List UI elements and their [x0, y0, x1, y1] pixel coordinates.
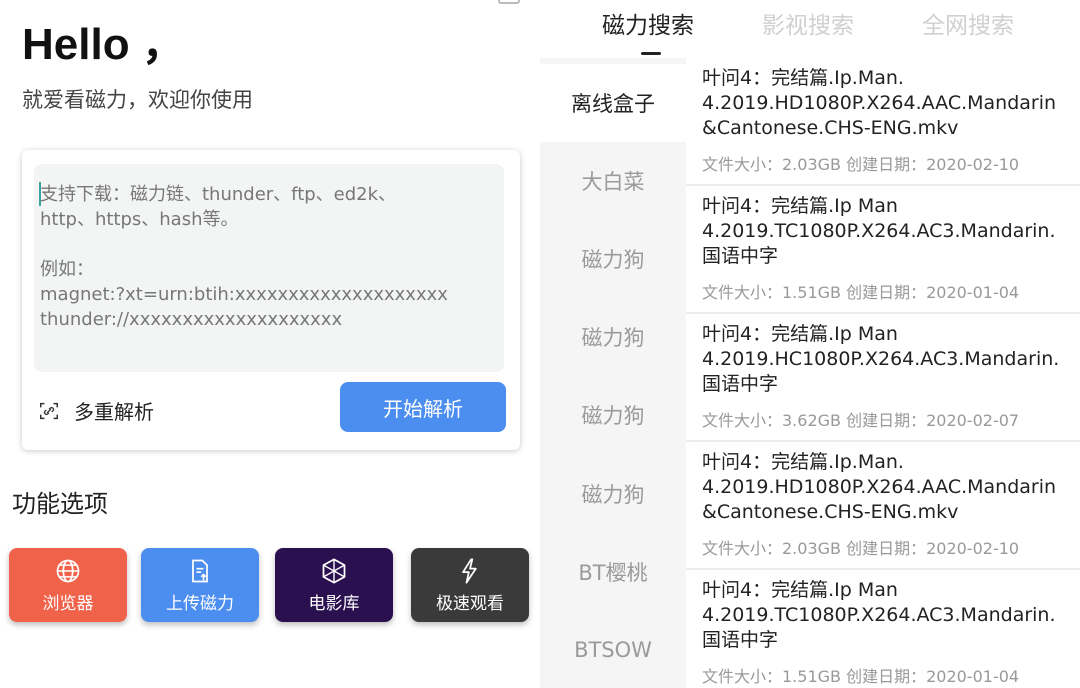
result-meta: 文件大小：2.03GB 创建日期：2020-02-10: [702, 539, 1020, 558]
magnet-input-card: 支持下载：磁力链、thunder、ftp、ed2k、 http、https、ha…: [22, 150, 520, 450]
greeting-title: Hello ，: [22, 20, 186, 69]
home-panel: Hello ， 就爱看磁力，欢迎你使用 支持下载：磁力链、thunder、ftp…: [0, 0, 540, 688]
magnet-link-input[interactable]: 支持下载：磁力链、thunder、ftp、ed2k、 http、https、ha…: [34, 164, 504, 372]
search-panel: 磁力搜索 影视搜索 全网搜索 离线盒子 大白菜 磁力狗 磁力狗 磁力狗 磁力狗 …: [540, 0, 1080, 688]
sidebar-item-ciligou-3[interactable]: 磁力狗: [540, 376, 686, 454]
result-title: 叶问4：完结篇.Ip.Man. 4.2019.HD1080P.X264.AAC.…: [702, 451, 1057, 523]
fast-watch-tile-label: 极速观看: [436, 593, 504, 614]
welcome-text: 就爱看磁力，欢迎你使用: [22, 88, 253, 112]
upload-magnet-tile[interactable]: 上传磁力: [141, 548, 259, 622]
result-title: 叶问4：完结篇.Ip Man 4.2019.TC1080P.X264.AC3.M…: [702, 579, 1056, 651]
result-item[interactable]: 叶问4：完结篇.Ip Man 4.2019.TC1080P.X264.AC3.M…: [686, 186, 1080, 314]
sidebar-item-btsow[interactable]: BTSOW: [540, 611, 686, 688]
result-meta: 文件大小：2.03GB 创建日期：2020-02-10: [702, 155, 1020, 174]
multi-parse-label: 多重解析: [74, 400, 154, 424]
upload-magnet-tile-label: 上传磁力: [166, 593, 234, 614]
sidebar-item-offline-box[interactable]: 离线盒子: [540, 64, 686, 142]
status-handle: [498, 0, 520, 4]
fast-watch-tile[interactable]: 极速观看: [411, 548, 529, 622]
result-item[interactable]: 叶问4：完结篇.Ip.Man. 4.2019.HD1080P.X264.AAC.…: [686, 58, 1080, 186]
start-parse-button[interactable]: 开始解析: [340, 382, 506, 432]
tab-web-search[interactable]: 全网搜索: [922, 6, 1014, 40]
sidebar-item-ciligou-1[interactable]: 磁力狗: [540, 220, 686, 298]
result-title: 叶问4：完结篇.Ip Man 4.2019.HC1080P.X264.AC3.M…: [702, 323, 1060, 395]
link-scan-icon: [40, 402, 58, 419]
result-item[interactable]: 叶问4：完结篇.Ip.Man. 4.2019.HD1080P.X264.AAC.…: [686, 442, 1080, 570]
movie-library-tile-label: 电影库: [308, 593, 360, 614]
globe-icon: [56, 559, 80, 582]
browser-tile-label: 浏览器: [42, 593, 94, 614]
result-item[interactable]: 叶问4：完结篇.Ip Man 4.2019.TC1080P.X264.AC3.M…: [686, 570, 1080, 688]
upload-file-icon: [192, 559, 208, 582]
browser-tile[interactable]: 浏览器: [9, 548, 127, 622]
tab-video-search[interactable]: 影视搜索: [762, 6, 854, 40]
lightning-icon: [462, 557, 477, 584]
text-cursor: [39, 182, 41, 206]
source-sidebar: 离线盒子 大白菜 磁力狗 磁力狗 磁力狗 磁力狗 BT樱桃 BTSOW: [540, 58, 686, 688]
result-meta: 文件大小：1.51GB 创建日期：2020-01-04: [702, 667, 1020, 686]
sidebar-item-bt-cherry[interactable]: BT樱桃: [540, 533, 686, 611]
result-title: 叶问4：完结篇.Ip Man 4.2019.TC1080P.X264.AC3.M…: [702, 195, 1056, 267]
multi-parse-option[interactable]: 多重解析: [38, 396, 154, 425]
result-meta: 文件大小：1.51GB 创建日期：2020-01-04: [702, 283, 1020, 302]
sidebar-item-dabaicai[interactable]: 大白菜: [540, 142, 686, 220]
search-results-list: 叶问4：完结篇.Ip.Man. 4.2019.HD1080P.X264.AAC.…: [686, 58, 1080, 688]
sidebar-item-ciligou-2[interactable]: 磁力狗: [540, 298, 686, 376]
tab-magnet-search[interactable]: 磁力搜索: [602, 6, 694, 40]
active-tab-indicator: [641, 52, 661, 55]
functions-title: 功能选项: [12, 490, 108, 518]
result-meta: 文件大小：3.62GB 创建日期：2020-02-07: [702, 411, 1020, 430]
movie-library-tile[interactable]: 电影库: [275, 548, 393, 622]
sidebar-item-ciligou-4[interactable]: 磁力狗: [540, 455, 686, 533]
result-title: 叶问4：完结篇.Ip.Man. 4.2019.HD1080P.X264.AAC.…: [702, 67, 1057, 139]
search-tabs: 磁力搜索 影视搜索 全网搜索: [540, 0, 1080, 58]
result-item[interactable]: 叶问4：完结篇.Ip Man 4.2019.HC1080P.X264.AC3.M…: [686, 314, 1080, 442]
cube-icon: [322, 557, 346, 584]
